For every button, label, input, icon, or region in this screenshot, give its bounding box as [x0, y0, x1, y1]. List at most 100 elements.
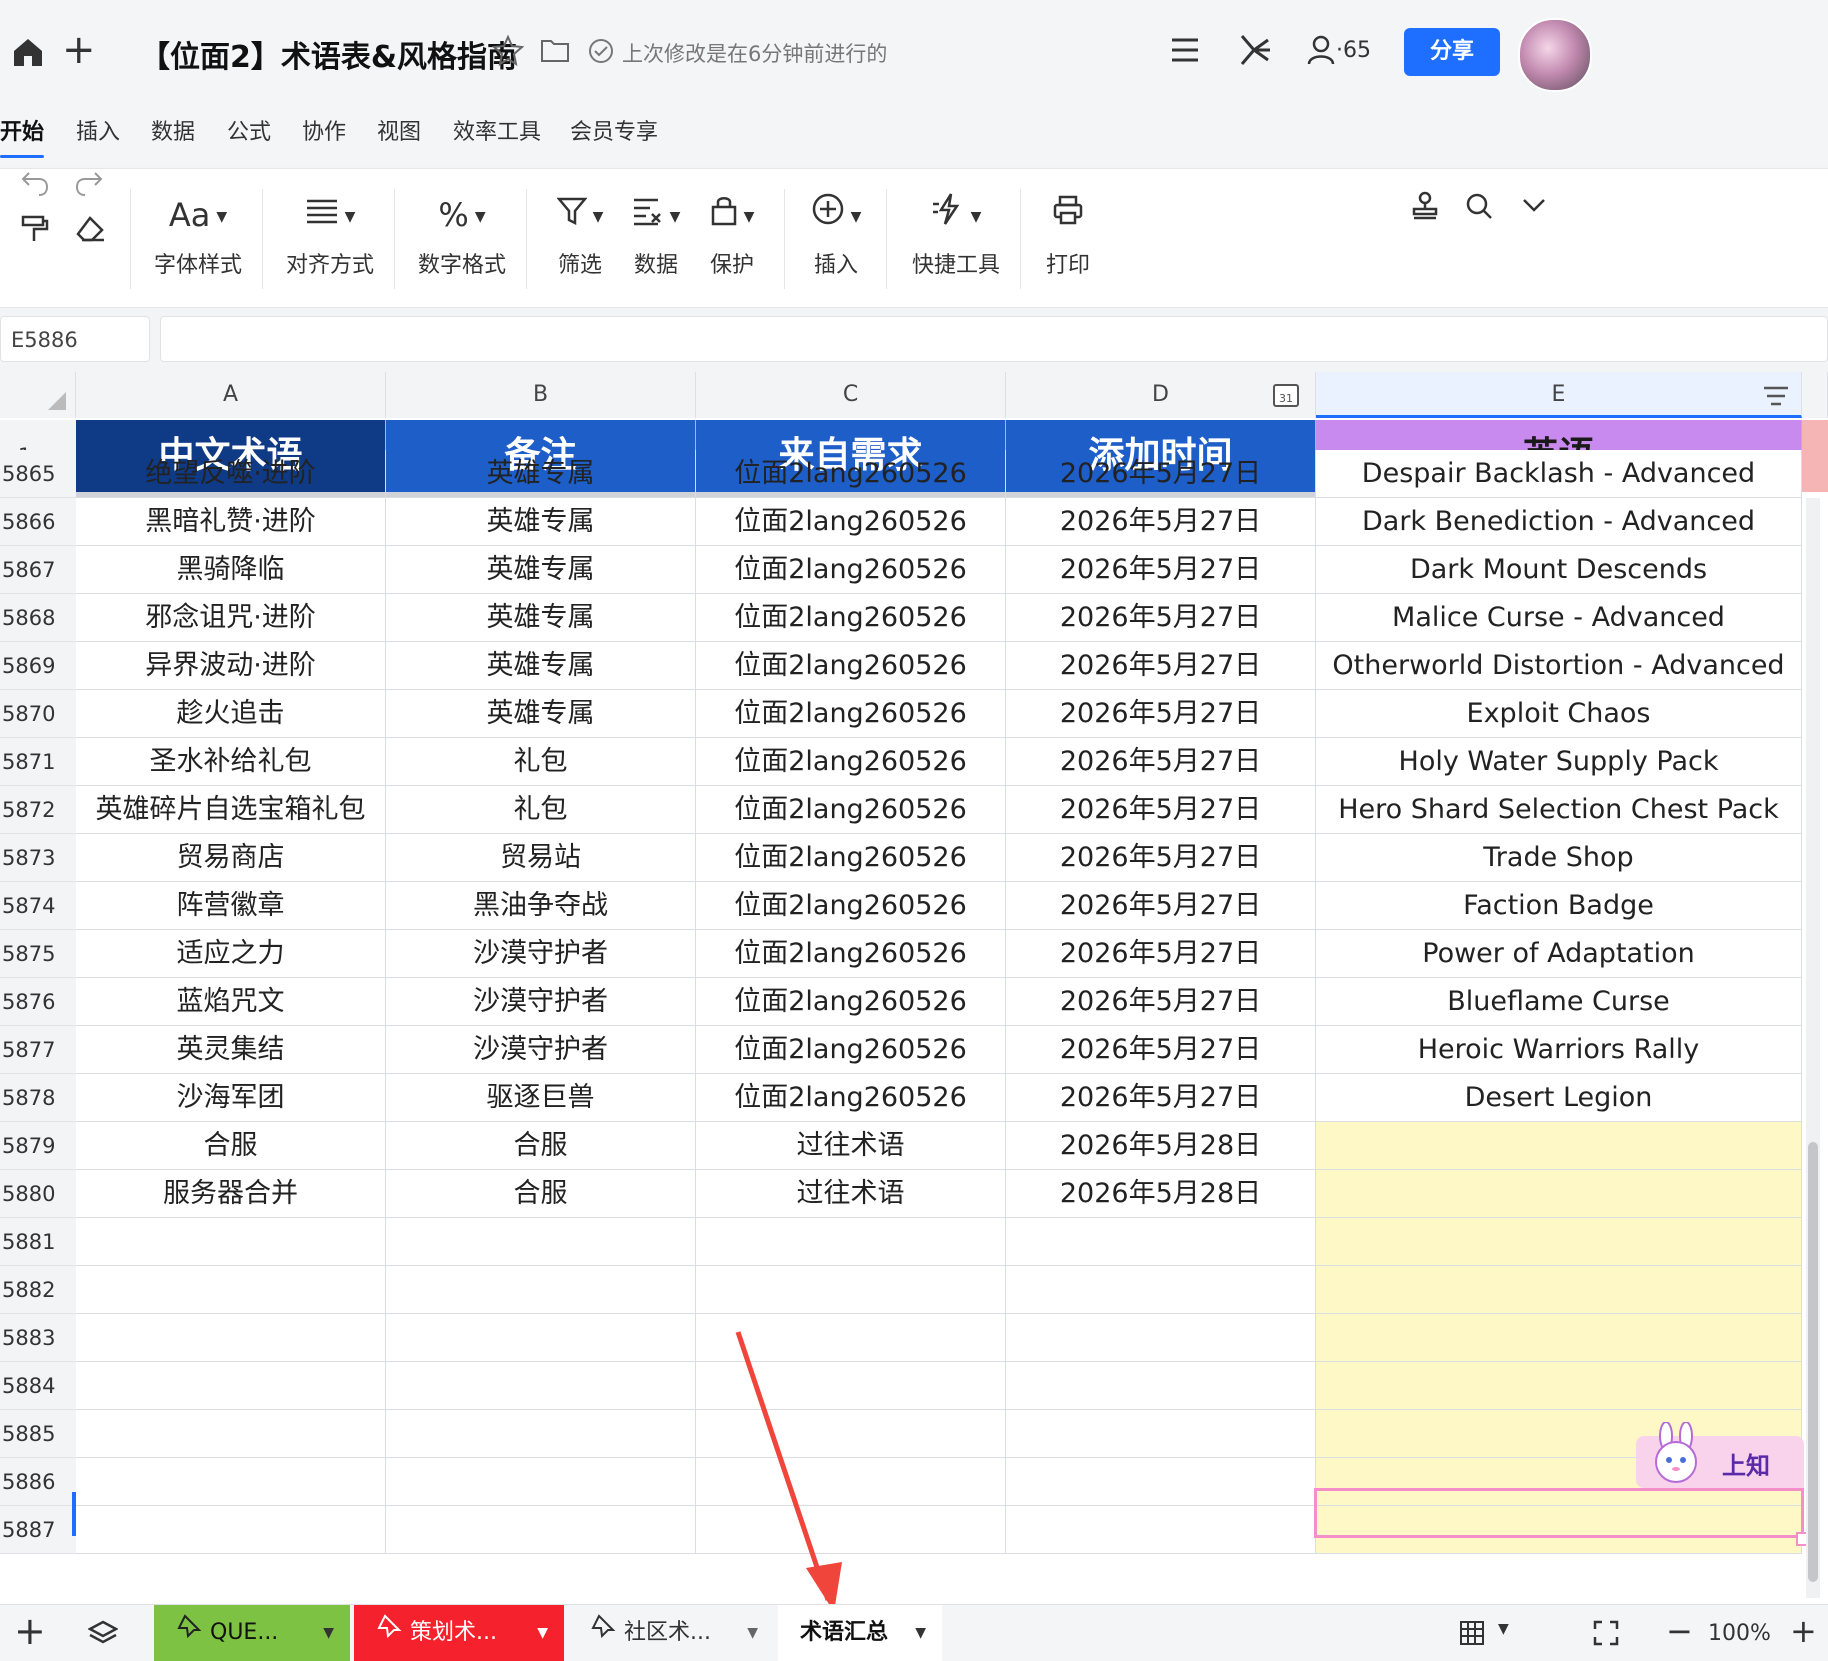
cell-notes[interactable]	[386, 1266, 696, 1314]
zoom-out-icon[interactable]: −	[1666, 1611, 1693, 1651]
cell-notes[interactable]	[386, 1314, 696, 1362]
cell-english[interactable]	[1316, 1170, 1802, 1218]
cell-notes[interactable]: 英雄专属	[386, 498, 696, 546]
cell-notes[interactable]: 沙漠守护者	[386, 1026, 696, 1074]
cell-date-added[interactable]	[1006, 1410, 1316, 1458]
cell-source-request[interactable]: 位面2lang260526	[696, 546, 1006, 594]
cell-chinese-term[interactable]: 英雄碎片自选宝箱礼包	[76, 786, 386, 834]
cell-english[interactable]: Desert Legion	[1316, 1074, 1802, 1122]
cell-date-added[interactable]	[1006, 1218, 1316, 1266]
cell-english[interactable]	[1316, 1362, 1802, 1410]
cell-source-request[interactable]: 位面2lang260526	[696, 1074, 1006, 1122]
cell-source-request[interactable]: 位面2lang260526	[696, 642, 1006, 690]
cell-notes[interactable]	[386, 1506, 696, 1554]
cell-source-request[interactable]: 位面2lang260526	[696, 978, 1006, 1026]
cell-date-added[interactable]	[1006, 1506, 1316, 1554]
cell-source-request[interactable]: 位面2lang260526	[696, 738, 1006, 786]
cell-chinese-term[interactable]: 英灵集结	[76, 1026, 386, 1074]
row-number[interactable]: 5879	[0, 1122, 76, 1170]
column-header-a[interactable]: A	[76, 372, 386, 418]
cell-notes[interactable]: 礼包	[386, 786, 696, 834]
cell-english[interactable]	[1316, 1122, 1802, 1170]
cell-chinese-term[interactable]: 异界波动·进阶	[76, 642, 386, 690]
row-number[interactable]: 5882	[0, 1266, 76, 1314]
collaborators-icon[interactable]	[1306, 34, 1336, 70]
cell-notes[interactable]: 沙漠守护者	[386, 930, 696, 978]
cell-source-request[interactable]: 位面2lang260526	[696, 930, 1006, 978]
cell-date-added[interactable]: 2026年5月27日	[1006, 546, 1316, 594]
chevron-down-icon[interactable]: ▼	[1498, 1621, 1509, 1637]
cell-english[interactable]	[1316, 1218, 1802, 1266]
cell-date-added[interactable]: 2026年5月28日	[1006, 1122, 1316, 1170]
row-number[interactable]: 5884	[0, 1362, 76, 1410]
number-format-button[interactable]: % ▼ 数字格式	[414, 191, 510, 279]
chevron-down-icon[interactable]	[1520, 195, 1548, 219]
cell-english[interactable]: Despair Backlash - Advanced	[1316, 450, 1802, 498]
star-icon[interactable]	[491, 34, 525, 70]
cell-date-added[interactable]: 2026年5月27日	[1006, 786, 1316, 834]
selected-cell-e5886[interactable]	[1314, 1488, 1804, 1538]
cell-chinese-term[interactable]: 阵营徽章	[76, 882, 386, 930]
search-icon[interactable]	[1464, 191, 1494, 225]
row-number[interactable]: 5878	[0, 1074, 76, 1122]
cell-source-request[interactable]	[696, 1218, 1006, 1266]
cell-source-request[interactable]: 位面2lang260526	[696, 1026, 1006, 1074]
cell-source-request[interactable]: 位面2lang260526	[696, 690, 1006, 738]
cell-notes[interactable]: 驱逐巨兽	[386, 1074, 696, 1122]
redo-icon[interactable]	[74, 169, 104, 201]
cell-english[interactable]: Malice Curse - Advanced	[1316, 594, 1802, 642]
cell-date-added[interactable]: 2026年5月27日	[1006, 690, 1316, 738]
cell-notes[interactable]: 英雄专属	[386, 546, 696, 594]
sheet-tab-community[interactable]: 社区术... ▼	[568, 1605, 774, 1661]
cell-date-added[interactable]: 2026年5月27日	[1006, 978, 1316, 1026]
tab-member[interactable]: 会员专享	[570, 105, 658, 160]
protect-button[interactable]: ▼ 保护	[700, 191, 764, 279]
home-icon[interactable]	[10, 34, 46, 70]
cell-notes[interactable]: 贸易站	[386, 834, 696, 882]
row-number[interactable]: 5872	[0, 786, 76, 834]
cell-date-added[interactable]: 2026年5月27日	[1006, 594, 1316, 642]
zoom-in-icon[interactable]: +	[1790, 1611, 1817, 1651]
cell-date-added[interactable]	[1006, 1314, 1316, 1362]
cell-chinese-term[interactable]	[76, 1314, 386, 1362]
cell-source-request[interactable]: 位面2lang260526	[696, 594, 1006, 642]
cell-source-request[interactable]: 位面2lang260526	[696, 882, 1006, 930]
cell-source-request[interactable]: 位面2lang260526	[696, 450, 1006, 498]
cell-date-added[interactable]: 2026年5月27日	[1006, 882, 1316, 930]
cell-notes[interactable]: 合服	[386, 1170, 696, 1218]
cell-date-added[interactable]: 2026年5月27日	[1006, 930, 1316, 978]
row-number[interactable]: 5869	[0, 642, 76, 690]
cell-notes[interactable]: 英雄专属	[386, 594, 696, 642]
select-all-corner[interactable]	[0, 372, 76, 418]
format-painter-icon[interactable]	[20, 215, 50, 247]
tab-collaborate[interactable]: 协作	[302, 105, 346, 160]
folder-icon[interactable]	[540, 36, 570, 68]
cell-date-added[interactable]: 2026年5月27日	[1006, 498, 1316, 546]
cell-source-request[interactable]: 过往术语	[696, 1170, 1006, 1218]
zoom-level[interactable]: 100%	[1708, 1621, 1771, 1646]
row-number[interactable]: 5886	[0, 1458, 76, 1506]
sheet-tab-terms-summary[interactable]: 术语汇总 ▼	[778, 1605, 942, 1661]
avatar[interactable]	[1518, 18, 1592, 92]
cell-chinese-term[interactable]: 服务器合并	[76, 1170, 386, 1218]
cell-english[interactable]: Dark Benediction - Advanced	[1316, 498, 1802, 546]
cell-english[interactable]	[1316, 1314, 1802, 1362]
cell-notes[interactable]: 黑油争夺战	[386, 882, 696, 930]
row-number[interactable]: 5880	[0, 1170, 76, 1218]
column-header-f[interactable]	[1802, 372, 1828, 418]
row-number[interactable]: 5871	[0, 738, 76, 786]
scrollbar-thumb[interactable]	[1808, 1142, 1818, 1582]
sheet-tab-planning[interactable]: 策划术... ▼	[354, 1605, 564, 1661]
align-button[interactable]: ▼ 对齐方式	[282, 191, 378, 279]
print-button[interactable]: 打印	[1040, 191, 1096, 279]
cell-chinese-term[interactable]: 适应之力	[76, 930, 386, 978]
cell-notes[interactable]: 沙漠守护者	[386, 978, 696, 1026]
cell-date-added[interactable]	[1006, 1362, 1316, 1410]
row-number[interactable]: 5876	[0, 978, 76, 1026]
cell-date-added[interactable]	[1006, 1266, 1316, 1314]
cell-date-added[interactable]: 2026年5月27日	[1006, 738, 1316, 786]
cell-chinese-term[interactable]: 绝望反噬·进阶	[76, 450, 386, 498]
undo-icon[interactable]	[20, 169, 50, 201]
cell-english[interactable]: Faction Badge	[1316, 882, 1802, 930]
cell-source-request[interactable]: 位面2lang260526	[696, 498, 1006, 546]
